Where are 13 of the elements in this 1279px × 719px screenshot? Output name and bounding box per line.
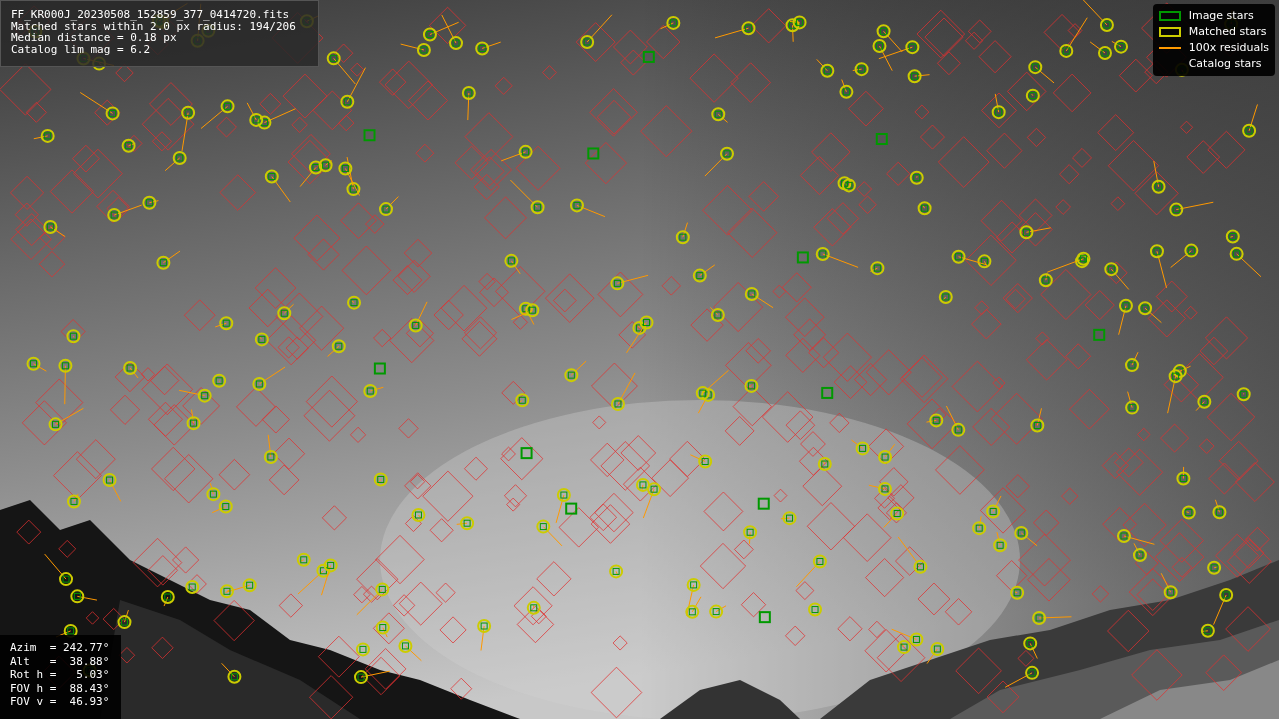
legend-label: Catalog stars xyxy=(1188,55,1262,72)
pointing-text: Alt = 38.88° xyxy=(10,654,111,668)
legend-label: Image stars xyxy=(1188,7,1254,24)
legend-label: 100x residuals xyxy=(1188,39,1269,56)
info-text: Catalog lim mag = 6.2 xyxy=(11,43,152,55)
info-text: Median distance = 0.18 px xyxy=(11,32,177,44)
pointing-text: FOV v = 46.93° xyxy=(10,695,111,709)
legend-label: Matched stars xyxy=(1188,23,1267,40)
info-text: Matched stars within 2.0 px radius: 194/206 xyxy=(11,20,297,32)
pointing-text: Azim = 242.77° xyxy=(10,641,111,655)
info-text: FF_KR000J_20230508_152859_377_0414720.fits xyxy=(11,9,291,21)
pointing-text: FOV h = 88.43° xyxy=(10,681,111,695)
pointing-text: Rot h = 5.03° xyxy=(10,668,111,682)
